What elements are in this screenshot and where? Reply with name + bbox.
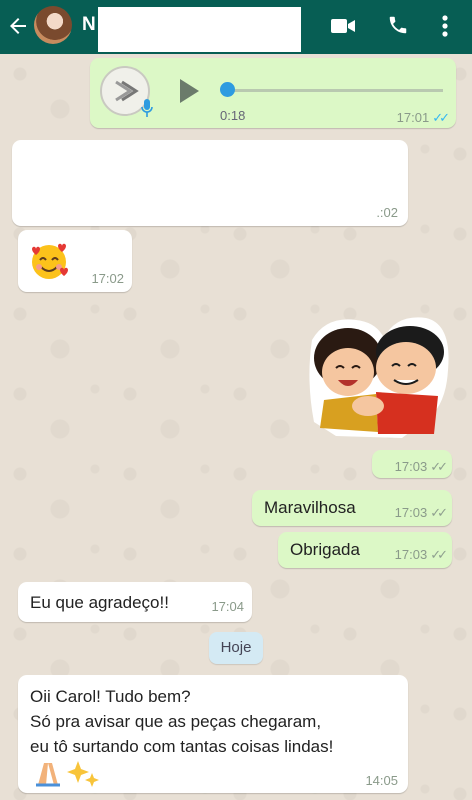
phone-icon[interactable] (387, 14, 409, 36)
delivered-ticks-icon: ✓✓ (430, 505, 448, 520)
incoming-message-bubble[interactable]: 17:02 (18, 230, 132, 292)
redaction-overlay (366, 204, 372, 222)
outgoing-message-bubble[interactable]: Obrigada 17:03 ✓✓ (278, 532, 452, 568)
video-call-icon[interactable] (330, 14, 356, 38)
smiling-face-with-hearts-emoji (32, 243, 68, 279)
delivered-ticks-icon: ✓✓ (430, 547, 448, 562)
message-text: Maravilhosa (264, 498, 356, 517)
audio-progress-track[interactable] (228, 89, 443, 92)
incoming-message-bubble[interactable]: Eu que agradeço!! 17:04 (18, 582, 252, 622)
message-text: Oii Carol! Tudo bem? Só pra avisar que a… (30, 684, 333, 759)
date-divider: Hoje (209, 632, 263, 664)
message-time: 14:05 (365, 773, 398, 788)
redacted-name-block (98, 7, 301, 52)
message-meta: 17:01 ✓✓ (396, 107, 450, 127)
message-meta: 17:03 ✓✓ (394, 502, 448, 522)
message-text: Obrigada (290, 540, 360, 559)
read-ticks-icon: ✓✓ (432, 110, 450, 125)
folded-hands-sparkles-emoji (36, 761, 99, 787)
microphone-icon (141, 99, 153, 117)
voice-message-bubble[interactable]: 0:18 17:01 ✓✓ (90, 58, 456, 128)
more-options-icon[interactable] (438, 13, 452, 39)
audio-duration: 0:18 (220, 108, 246, 123)
message-meta: 17:03 ✓✓ (394, 456, 448, 476)
outgoing-message-bubble[interactable]: Maravilhosa 17:03 ✓✓ (252, 490, 452, 526)
contact-avatar[interactable] (34, 6, 72, 44)
message-time: 17:04 (211, 599, 244, 614)
delivered-ticks-icon: ✓✓ (430, 459, 448, 474)
hug-sticker[interactable] (306, 310, 452, 442)
contact-name[interactable]: N (82, 14, 96, 36)
message-time: .:02 (376, 205, 398, 220)
incoming-message-bubble[interactable]: Oii Carol! Tudo bem? Só pra avisar que a… (18, 675, 408, 793)
play-icon[interactable] (178, 78, 200, 104)
logo-icon (115, 80, 139, 102)
message-line: eu tô surtando com tantas coisas lindas! (30, 737, 334, 756)
message-time: 17:01 (396, 110, 430, 125)
sticker-meta-bubble: 17:03 ✓✓ (372, 450, 452, 478)
message-text: Eu que agradeço!! (30, 593, 169, 612)
message-time: 17:02 (91, 271, 124, 286)
audio-scrubber-handle[interactable] (220, 82, 235, 97)
back-arrow-icon[interactable] (6, 14, 30, 38)
incoming-message-bubble[interactable]: .:02 (12, 140, 408, 226)
message-time: 17:03 (394, 505, 428, 520)
message-time: 17:03 (394, 459, 428, 474)
message-time: 17:03 (394, 547, 428, 562)
message-meta: 17:03 ✓✓ (394, 544, 448, 564)
message-line: Oii Carol! Tudo bem? (30, 687, 191, 706)
chat-header: N (0, 0, 472, 54)
message-line: Só pra avisar que as peças chegaram, (30, 712, 322, 731)
